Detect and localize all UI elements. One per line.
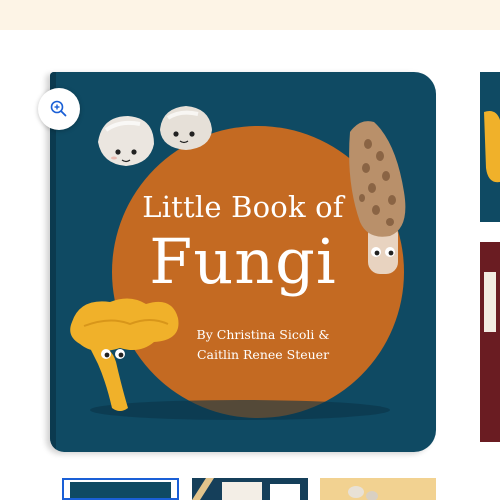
next-image-peek[interactable] <box>480 72 500 452</box>
thumbnail-3[interactable] <box>320 478 436 500</box>
thumbnail-2-art <box>192 478 308 500</box>
book-author-line2: Caitlin Renee Steuer <box>196 347 330 362</box>
next-image-art <box>480 72 500 442</box>
thumbnail-2[interactable] <box>192 478 308 500</box>
book-title-line1: Little Book of <box>142 190 344 224</box>
thumbnail-1[interactable] <box>62 478 179 500</box>
book-author-line1: By Christina Sicoli & <box>196 327 330 342</box>
zoom-button[interactable] <box>38 88 80 130</box>
thumbnail-1-art <box>70 482 171 498</box>
zoom-in-icon <box>50 100 67 117</box>
top-banner <box>0 0 500 30</box>
thumbnail-3-art <box>320 478 436 500</box>
product-main-image[interactable]: Little Book of Fungi By Christina Sicoli… <box>50 72 436 452</box>
book-title-line2: Fungi <box>149 225 337 298</box>
